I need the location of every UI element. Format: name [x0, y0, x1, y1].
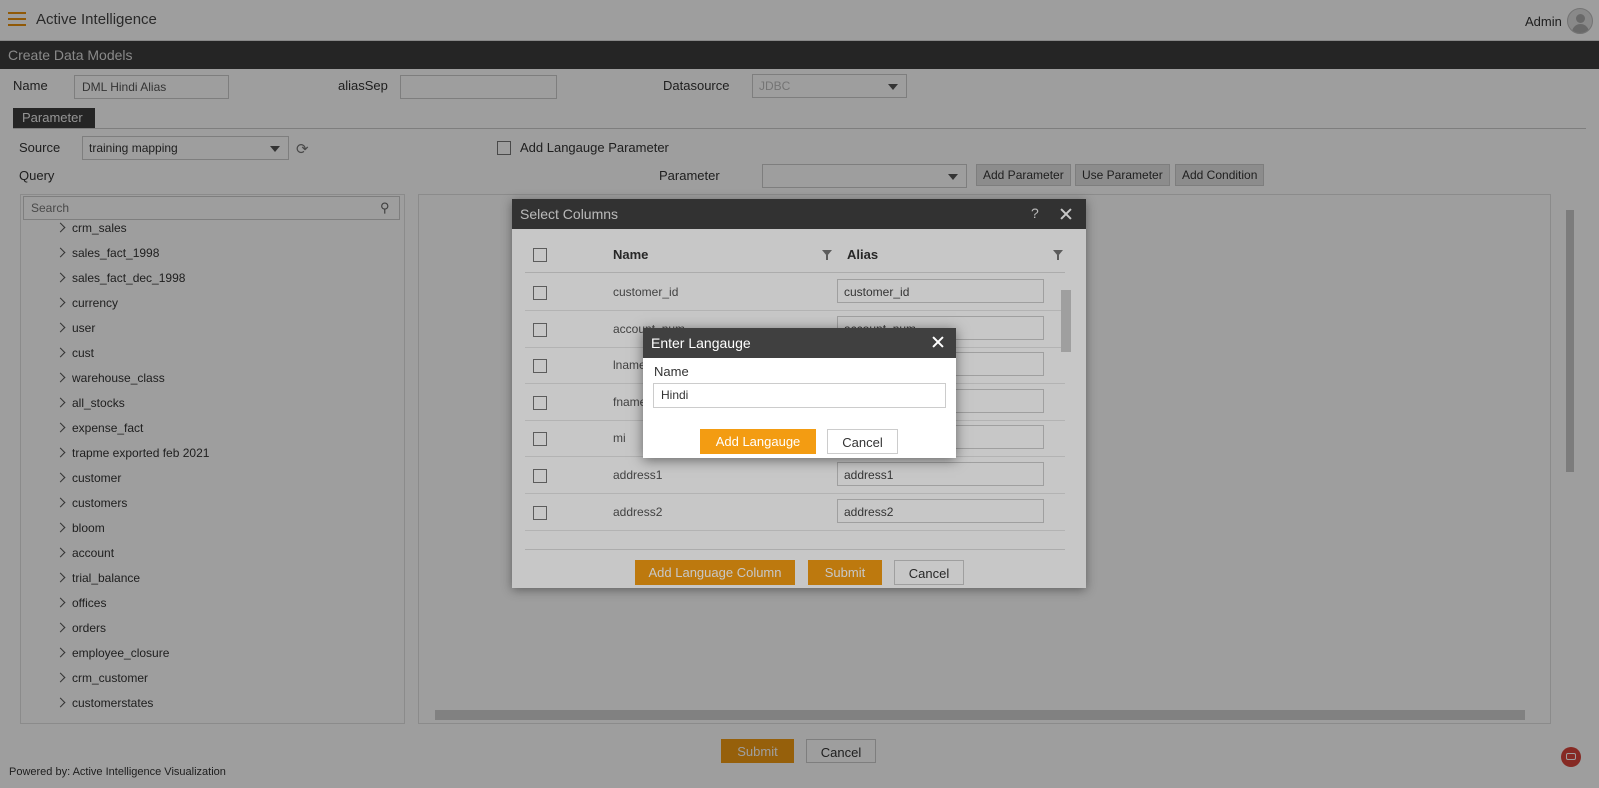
language-cancel-button[interactable]: Cancel: [827, 429, 898, 454]
add-language-button[interactable]: Add Langauge: [700, 429, 816, 454]
close-icon[interactable]: [932, 336, 944, 348]
language-name-input[interactable]: Hindi: [653, 383, 946, 408]
enter-language-header: Enter Langauge: [643, 328, 956, 358]
language-name-label: Name: [654, 364, 689, 379]
enter-language-title: Enter Langauge: [651, 335, 751, 351]
